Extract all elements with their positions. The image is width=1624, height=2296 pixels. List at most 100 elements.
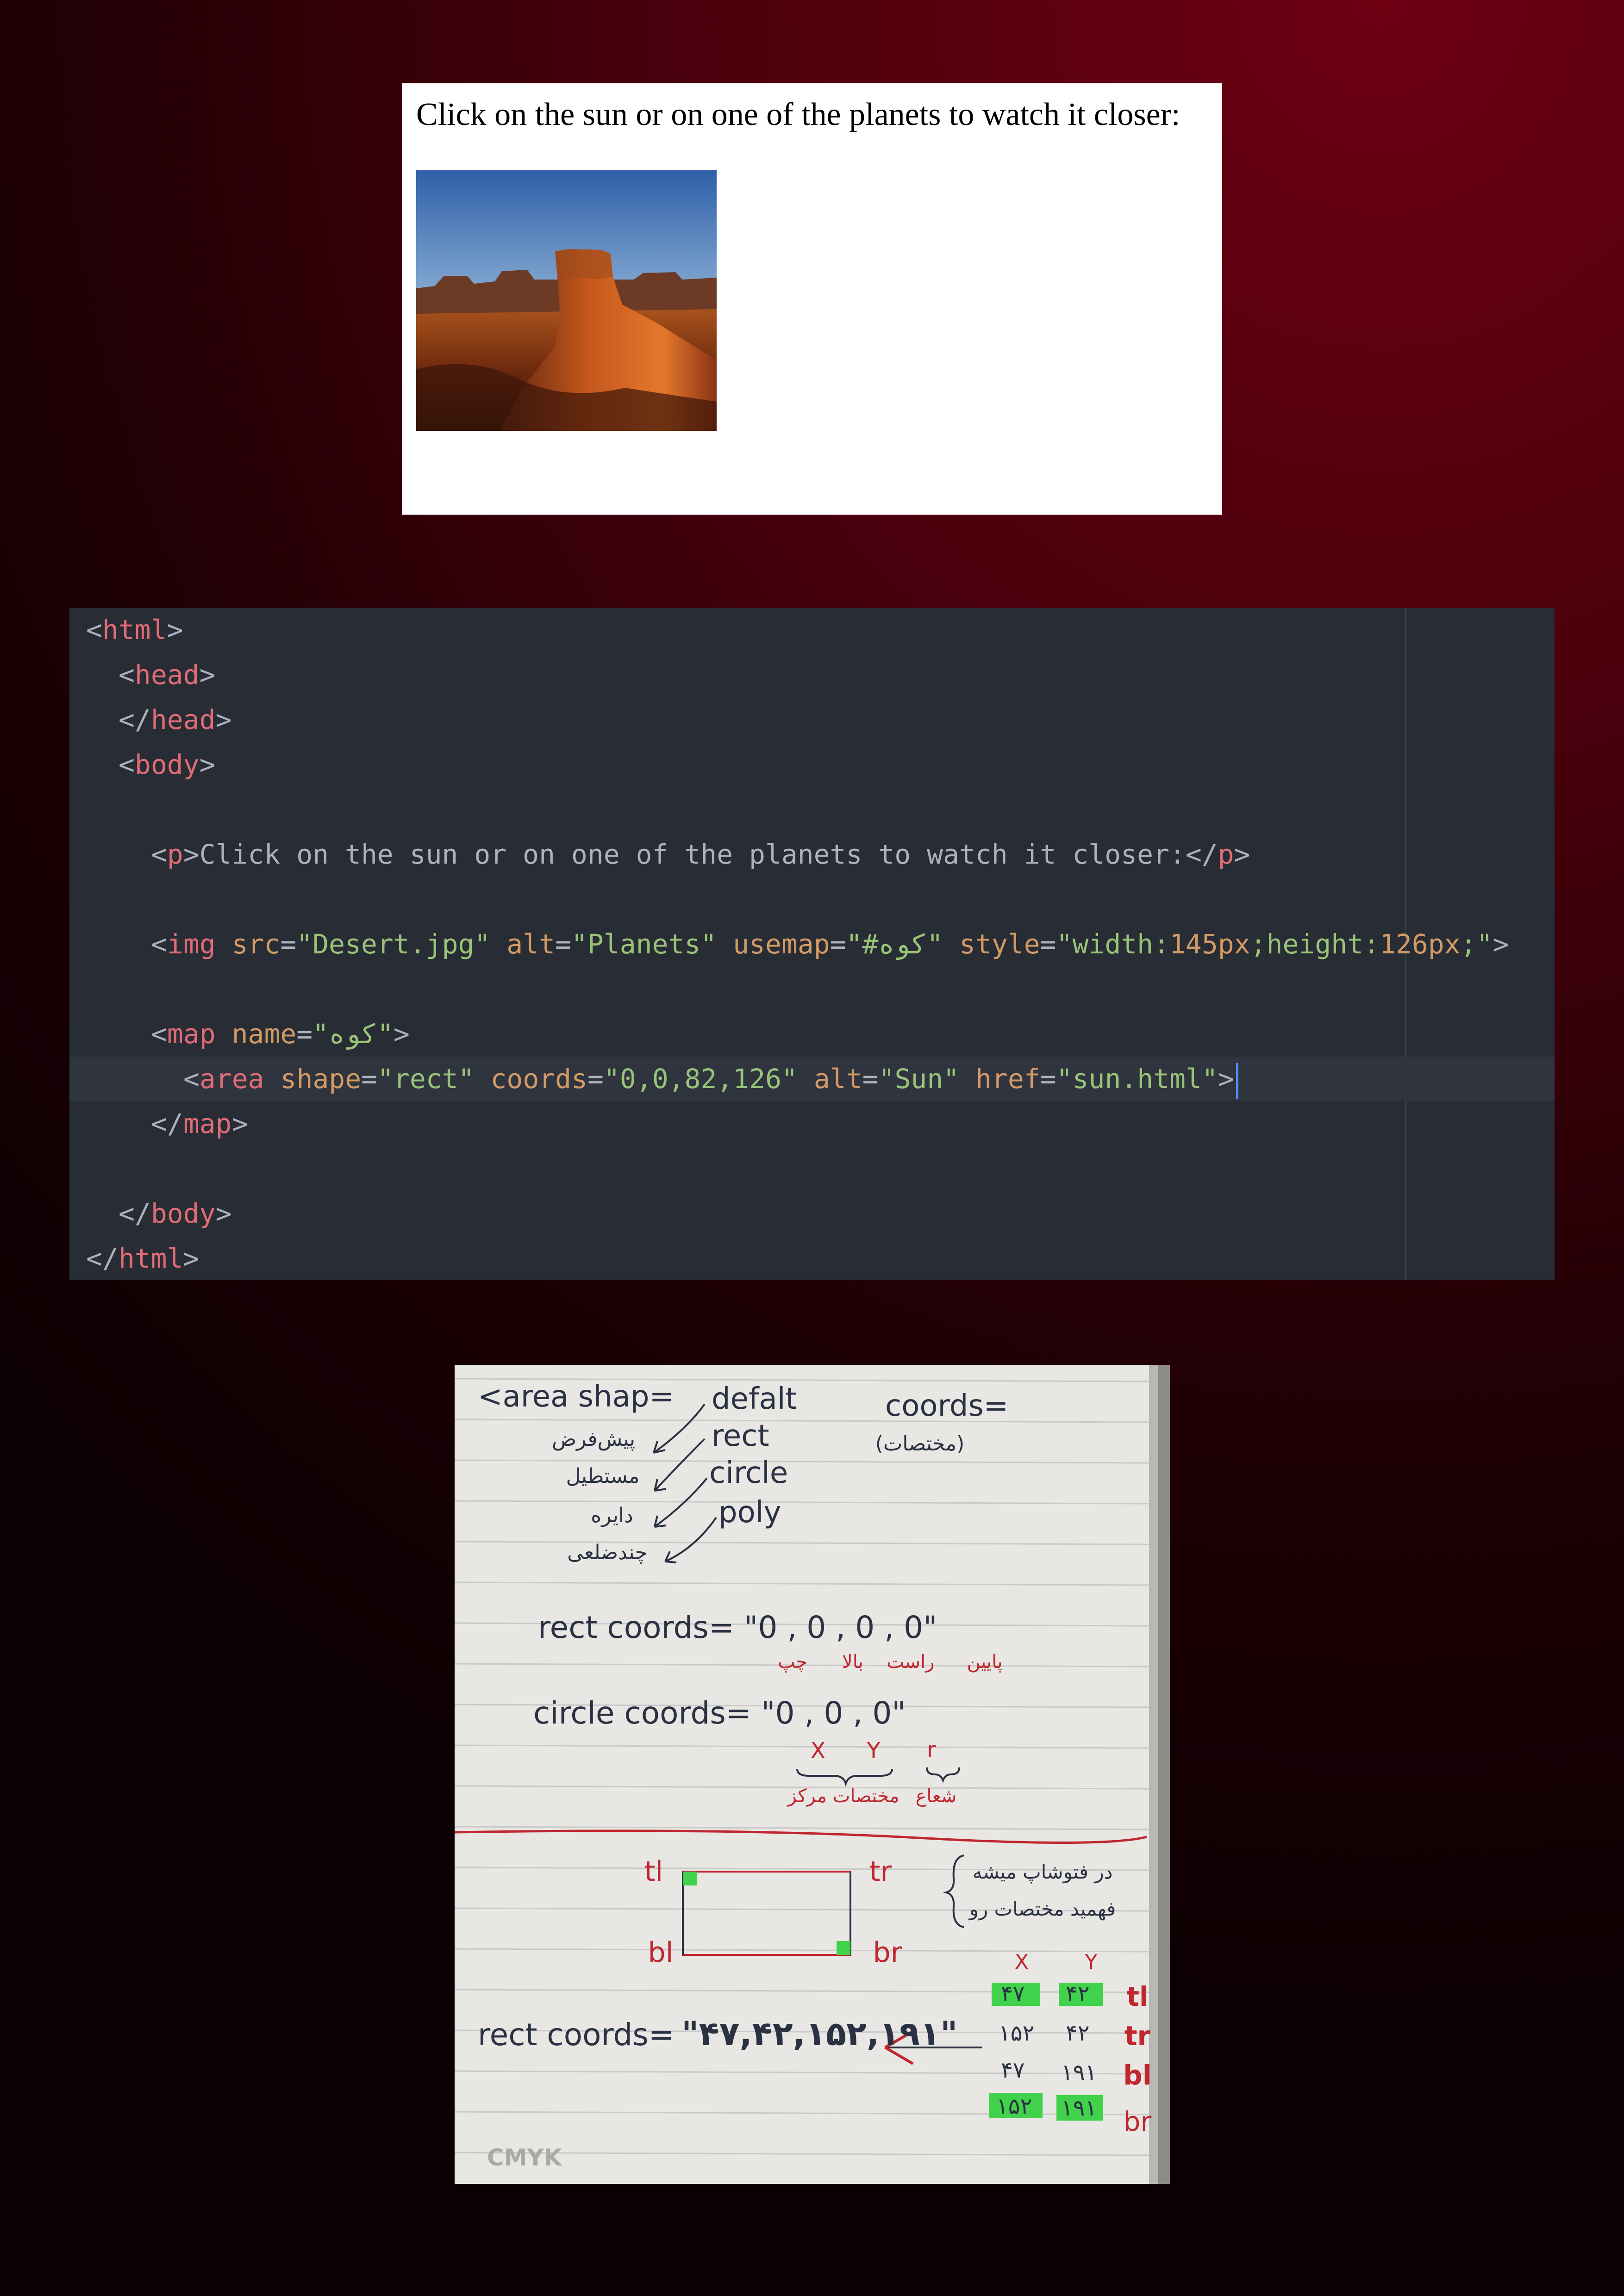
code-token-p: > <box>1493 928 1509 960</box>
code-token-str: "کوه" <box>312 1018 394 1050</box>
code-line[interactable]: <p>Click on the sun or on one of the pla… <box>69 832 1555 877</box>
corner-tl: tl <box>644 1855 663 1888</box>
notebook-photo: <area shap= defalt rect circle poly coor… <box>455 1365 1170 2184</box>
code-token-tag: p <box>1218 839 1234 870</box>
corner-tr: tr <box>869 1855 892 1888</box>
code-token-str: "width: <box>1056 928 1169 960</box>
text-cursor <box>1236 1062 1238 1099</box>
code-line[interactable] <box>69 877 1555 922</box>
circle-fa-radius: شعاع <box>916 1786 957 1807</box>
code-token-p: > <box>167 614 183 646</box>
code-token-attr: 145px <box>1169 928 1250 960</box>
rect-fa-bottom: پایین <box>967 1651 1003 1673</box>
code-line[interactable]: </html> <box>69 1236 1555 1280</box>
area-shape-label: <area shap= <box>478 1380 674 1414</box>
code-token-str: "0,0,82,126" <box>603 1063 814 1095</box>
code-token-str: "sun.html" <box>1056 1063 1218 1095</box>
browser-preview: Click on the sun or on one of the planet… <box>402 83 1222 515</box>
code-token-tag: map <box>183 1108 232 1139</box>
code-token-str: "Desert.jpg" <box>296 928 507 960</box>
code-line[interactable] <box>69 787 1555 832</box>
code-token-p: = <box>1040 928 1056 960</box>
table-row-tr-y: ۴۲ <box>1066 2020 1090 2046</box>
table-row-tr-x: ۱۵۲ <box>999 2020 1034 2046</box>
circle-var-x: X <box>811 1738 826 1764</box>
code-token-p: < <box>86 614 102 646</box>
code-token-p: </ <box>1185 839 1218 870</box>
code-token-tag: body <box>134 749 200 780</box>
code-token-p: = <box>862 1063 879 1095</box>
code-token-p: = <box>361 1063 378 1095</box>
circle-coords-line: circle coords= "0 , 0 , 0" <box>533 1695 906 1731</box>
code-editor[interactable]: <html> <head> </head> <body> <p>Click on the… <box>69 608 1555 1280</box>
code-token-p: > <box>183 1243 200 1274</box>
shape-default: defalt <box>712 1382 797 1416</box>
table-row-bl-x: ۴۷ <box>1001 2057 1025 2083</box>
code-line[interactable]: </map> <box>69 1101 1555 1146</box>
code-token-attr: alt <box>813 1063 862 1095</box>
rect-coords-line: rect coords= "0 , 0 , 0 , 0" <box>538 1610 937 1645</box>
note-fa-line1: در فتوشاپ میشه <box>973 1860 1113 1883</box>
code-token-p: = <box>280 928 297 960</box>
code-line[interactable]: </body> <box>69 1191 1555 1236</box>
code-line[interactable]: <body> <box>69 742 1555 787</box>
code-token-attr: href <box>975 1063 1040 1095</box>
code-token-tag: html <box>102 614 167 646</box>
code-token-p: </ <box>119 1198 151 1229</box>
code-token-p: < <box>151 839 167 870</box>
code-token-p: </ <box>151 1108 183 1139</box>
code-line[interactable] <box>69 967 1555 1012</box>
shape-poly: poly <box>718 1495 781 1530</box>
code-line[interactable] <box>69 1146 1555 1191</box>
shape-circle-fa: دایره <box>591 1504 633 1527</box>
table-row-bl-y: ۱۹۱ <box>1061 2060 1097 2085</box>
code-token-attr: name <box>231 1018 297 1050</box>
shape-rect: rect <box>712 1419 769 1453</box>
shape-default-fa: پیش‌فرض <box>552 1427 635 1451</box>
code-line[interactable]: <head> <box>69 653 1555 697</box>
desert-image[interactable] <box>416 170 717 431</box>
code-line[interactable]: <map name="کوه"> <box>69 1012 1555 1057</box>
code-token-tag: body <box>150 1198 216 1229</box>
table-row-bl-corner: bl <box>1123 2060 1151 2091</box>
code-token-attr: usemap <box>733 928 830 960</box>
coords-fa: (مختصات) <box>875 1432 965 1456</box>
preview-paragraph: Click on the sun or on one of the planet… <box>416 97 1181 132</box>
corner-br: br <box>873 1936 902 1969</box>
code-token-tag: img <box>167 928 232 960</box>
code-line[interactable]: <html> <box>69 608 1555 653</box>
code-line[interactable]: <img src="Desert.jpg" alt="Planets" usem… <box>69 922 1555 967</box>
code-token-tag: head <box>150 704 216 735</box>
table-row-tl-y: ۴۲ <box>1066 1981 1090 2007</box>
code-token-attr: style <box>959 928 1040 960</box>
note-fa-line2: فهمید مختصات رو <box>968 1898 1116 1921</box>
code-token-text: Click on the sun or on one of the planet… <box>199 839 1186 870</box>
code-token-str: ;" <box>1460 928 1493 960</box>
code-token-p: > <box>215 1198 232 1229</box>
code-token-p: = <box>1040 1063 1056 1095</box>
code-line[interactable]: </head> <box>69 697 1555 742</box>
code-token-p: > <box>1218 1063 1234 1095</box>
code-token-p: </ <box>86 1243 119 1274</box>
circle-var-r: r <box>927 1737 936 1763</box>
code-token-tag: area <box>199 1063 281 1095</box>
code-token-p: < <box>151 1018 167 1050</box>
table-row-br-corner: br <box>1124 2106 1152 2137</box>
code-line[interactable]: <area shape="rect" coords="0,0,82,126" a… <box>69 1057 1555 1101</box>
code-token-attr: 126px <box>1379 928 1461 960</box>
shape-poly-fa: چندضلعی <box>567 1541 647 1564</box>
code-token-str: "#کوه" <box>846 928 960 960</box>
cmyk-watermark: CMYK <box>487 2144 563 2171</box>
rect-fa-top: بالا <box>842 1651 863 1673</box>
table-row-br-y: ۱۹۱ <box>1061 2095 1097 2121</box>
code-token-tag: head <box>134 659 200 691</box>
code-token-tag: p <box>167 839 183 870</box>
rect-fa-right: راست <box>887 1651 934 1673</box>
code-token-p: > <box>199 749 216 780</box>
code-token-p: = <box>555 928 571 960</box>
shape-circle: circle <box>709 1456 788 1490</box>
code-token-p: > <box>1234 839 1250 870</box>
code-token-p: < <box>119 749 135 780</box>
final-rect-label: rect coords= <box>478 2017 674 2053</box>
code-token-p: = <box>587 1063 604 1095</box>
